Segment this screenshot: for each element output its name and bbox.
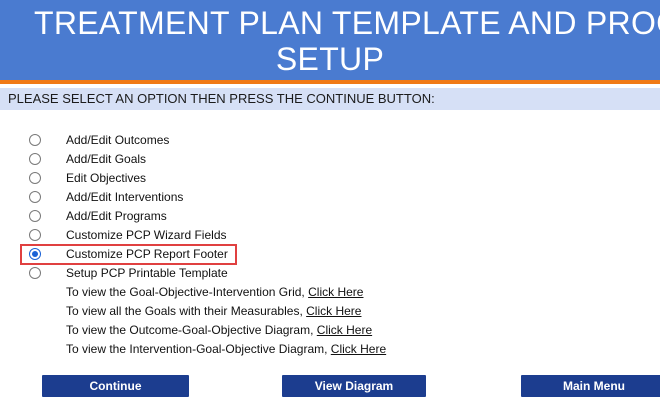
link-description: To view the Goal-Objective-Intervention … bbox=[66, 285, 305, 299]
link-row-text: To view all the Goals with their Measura… bbox=[66, 302, 361, 321]
link-row-goal-objective-intervention-grid: To view the Goal-Objective-Intervention … bbox=[0, 283, 660, 302]
options-list: Add/Edit Outcomes Add/Edit Goals Edit Ob… bbox=[0, 131, 660, 359]
option-add-edit-goals[interactable]: Add/Edit Goals bbox=[0, 150, 660, 169]
option-label: Customize PCP Wizard Fields bbox=[66, 228, 227, 242]
page-title-line-1: TREATMENT PLAN TEMPLATE AND PROGRAM bbox=[34, 5, 660, 41]
page-title-line-2: SETUP bbox=[275, 41, 385, 77]
radio-add-edit-outcomes[interactable] bbox=[29, 134, 41, 146]
link-row-goals-measurables: To view all the Goals with their Measura… bbox=[0, 302, 660, 321]
option-label: Add/Edit Programs bbox=[66, 209, 167, 223]
option-label: Add/Edit Outcomes bbox=[66, 133, 170, 147]
option-label: Customize PCP Report Footer bbox=[66, 247, 228, 261]
option-add-edit-interventions[interactable]: Add/Edit Interventions bbox=[0, 188, 660, 207]
click-here-link[interactable]: Click Here bbox=[308, 285, 363, 299]
click-here-link[interactable]: Click Here bbox=[306, 304, 361, 318]
link-row-text: To view the Goal-Objective-Intervention … bbox=[66, 283, 363, 302]
link-row-intervention-goal-objective-diagram: To view the Intervention-Goal-Objective … bbox=[0, 340, 660, 359]
option-edit-objectives[interactable]: Edit Objectives bbox=[0, 169, 660, 188]
option-label: Add/Edit Interventions bbox=[66, 190, 184, 204]
radio-add-edit-interventions[interactable] bbox=[29, 191, 41, 203]
page-header: TREATMENT PLAN TEMPLATE AND PROGRAM SETU… bbox=[0, 0, 660, 84]
radio-add-edit-goals[interactable] bbox=[29, 153, 41, 165]
option-label: Setup PCP Printable Template bbox=[66, 266, 228, 280]
link-description: To view the Outcome-Goal-Objective Diagr… bbox=[66, 323, 314, 337]
option-label: Edit Objectives bbox=[66, 171, 147, 185]
link-row-text: To view the Outcome-Goal-Objective Diagr… bbox=[66, 321, 372, 340]
option-setup-pcp-printable-template[interactable]: Setup PCP Printable Template bbox=[0, 264, 660, 283]
radio-setup-pcp-printable-template[interactable] bbox=[29, 267, 41, 279]
instruction-bar: PLEASE SELECT AN OPTION THEN PRESS THE C… bbox=[0, 88, 660, 110]
radio-edit-objectives[interactable] bbox=[29, 172, 41, 184]
click-here-link[interactable]: Click Here bbox=[317, 323, 372, 337]
main-menu-button[interactable]: Main Menu bbox=[521, 375, 660, 397]
option-customize-pcp-report-footer[interactable]: Customize PCP Report Footer bbox=[0, 244, 660, 265]
link-description: To view the Intervention-Goal-Objective … bbox=[66, 342, 328, 356]
option-add-edit-programs[interactable]: Add/Edit Programs bbox=[0, 207, 660, 226]
option-label: Add/Edit Goals bbox=[66, 152, 147, 166]
option-add-edit-outcomes[interactable]: Add/Edit Outcomes bbox=[0, 131, 660, 150]
click-here-link[interactable]: Click Here bbox=[331, 342, 386, 356]
radio-customize-pcp-report-footer[interactable] bbox=[29, 248, 41, 260]
radio-customize-pcp-wizard-fields[interactable] bbox=[29, 229, 41, 241]
view-diagram-button[interactable]: View Diagram bbox=[282, 375, 426, 397]
link-description: To view all the Goals with their Measura… bbox=[66, 304, 303, 318]
link-row-text: To view the Intervention-Goal-Objective … bbox=[66, 340, 386, 359]
continue-button[interactable]: Continue bbox=[42, 375, 189, 397]
link-row-outcome-goal-objective-diagram: To view the Outcome-Goal-Objective Diagr… bbox=[0, 321, 660, 340]
page: TREATMENT PLAN TEMPLATE AND PROGRAM SETU… bbox=[0, 0, 660, 397]
radio-add-edit-programs[interactable] bbox=[29, 210, 41, 222]
option-customize-pcp-wizard-fields[interactable]: Customize PCP Wizard Fields bbox=[0, 226, 660, 245]
